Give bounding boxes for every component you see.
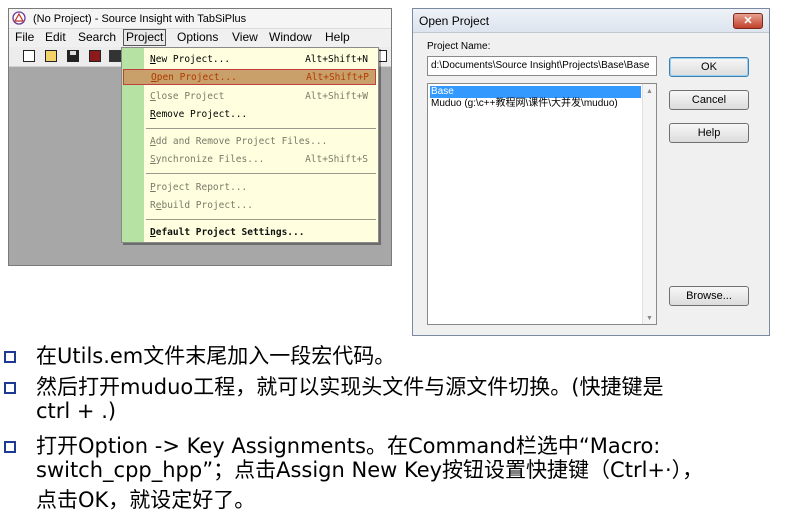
checkbox-bullet-icon bbox=[4, 382, 16, 394]
menu-options[interactable]: Options bbox=[175, 30, 220, 45]
ok-button[interactable]: OK bbox=[669, 57, 749, 77]
checkbox-bullet-icon bbox=[4, 441, 16, 453]
bullet-text: 然后打开muduo工程，就可以实现头文件与源文件切换。(快捷键是 bbox=[36, 375, 664, 399]
title-bar: (No Project) - Source Insight with TabSi… bbox=[9, 9, 391, 29]
shortcut-label: Alt+Shift+N bbox=[305, 54, 368, 65]
source-insight-window: (No Project) - Source Insight with TabSi… bbox=[8, 8, 392, 266]
save-all-icon[interactable] bbox=[89, 50, 101, 62]
bullet-text: 在Utils.em文件末尾加入一段宏代码。 bbox=[36, 344, 396, 368]
menu-separator bbox=[146, 128, 376, 129]
open-project-dialog: Open Project ✕ Project Name: d:\Document… bbox=[412, 8, 770, 336]
bullet-text: 点击OK，就设定好了。 bbox=[36, 488, 256, 512]
project-menu-dropdown: New Project... Alt+Shift+N Open Project.… bbox=[121, 47, 379, 243]
project-name-label: Project Name: bbox=[427, 41, 491, 52]
menu-separator bbox=[146, 219, 376, 220]
list-scrollbar[interactable]: ▲ ▼ bbox=[642, 84, 656, 324]
menu-view[interactable]: View bbox=[230, 30, 260, 45]
menu-item-open-project[interactable]: Open Project... Alt+Shift+P bbox=[123, 69, 376, 85]
window-title: (No Project) - Source Insight with TabSi… bbox=[33, 13, 247, 25]
checkbox-bullet-icon bbox=[4, 351, 16, 363]
menu-item-add-remove-files[interactable]: Add and Remove Project Files... bbox=[146, 134, 374, 150]
menu-item-close-project[interactable]: Close Project Alt+Shift+W bbox=[146, 89, 374, 105]
source-insight-app-icon bbox=[12, 11, 26, 25]
menu-help[interactable]: Help bbox=[323, 30, 352, 45]
menu-item-rebuild-project[interactable]: Rebuild Project... bbox=[146, 198, 374, 214]
scroll-down-icon[interactable]: ▼ bbox=[646, 315, 653, 322]
bullet-text: 打开Option -> Key Assignments。在Command栏选中“… bbox=[36, 434, 661, 458]
menu-separator bbox=[146, 173, 376, 174]
shortcut-label: Alt+Shift+W bbox=[305, 91, 368, 102]
bullet-text: switch_cpp_hpp”；点击Assign New Key按钮设置快捷键（… bbox=[36, 458, 704, 482]
open-folder-icon[interactable] bbox=[45, 50, 57, 62]
menu-file[interactable]: File bbox=[13, 30, 36, 45]
project-list[interactable]: Base Muduo (g:\c++教程网\课件\大并发\muduo) ▲ ▼ bbox=[427, 83, 657, 325]
project-name-input[interactable]: d:\Documents\Source Insight\Projects\Bas… bbox=[427, 56, 657, 76]
browse-button[interactable]: Browse... bbox=[669, 286, 749, 306]
save-icon[interactable] bbox=[67, 50, 79, 62]
new-file-icon[interactable] bbox=[23, 50, 35, 62]
menu-item-default-project-settings[interactable]: Default Project Settings... bbox=[146, 225, 374, 241]
dialog-title: Open Project bbox=[419, 14, 490, 28]
menu-item-remove-project[interactable]: Remove Project... bbox=[146, 107, 374, 123]
menu-search[interactable]: Search bbox=[76, 30, 118, 45]
menu-window[interactable]: Window bbox=[267, 30, 314, 45]
list-item[interactable]: Base bbox=[430, 86, 641, 98]
shortcut-label: Alt+Shift+S bbox=[305, 154, 368, 165]
help-button[interactable]: Help bbox=[669, 123, 749, 143]
menu-item-project-report[interactable]: Project Report... bbox=[146, 180, 374, 196]
cancel-button[interactable]: Cancel bbox=[669, 90, 749, 110]
menu-bar: File Edit Search Project Options View Wi… bbox=[9, 29, 391, 47]
scroll-up-icon[interactable]: ▲ bbox=[646, 88, 653, 95]
menu-edit[interactable]: Edit bbox=[43, 30, 68, 45]
bullet-text: ctrl + .) bbox=[36, 399, 117, 423]
menu-item-synchronize-files[interactable]: Synchronize Files... Alt+Shift+S bbox=[146, 152, 374, 168]
close-file-icon[interactable] bbox=[109, 50, 121, 62]
close-icon[interactable]: ✕ bbox=[733, 13, 763, 29]
menu-project[interactable]: Project bbox=[123, 29, 167, 46]
menu-item-new-project[interactable]: New Project... Alt+Shift+N bbox=[146, 52, 374, 68]
dialog-title-bar: Open Project ✕ bbox=[413, 9, 769, 33]
list-item[interactable]: Muduo (g:\c++教程网\课件\大并发\muduo) bbox=[430, 98, 618, 110]
shortcut-label: Alt+Shift+P bbox=[306, 72, 369, 83]
